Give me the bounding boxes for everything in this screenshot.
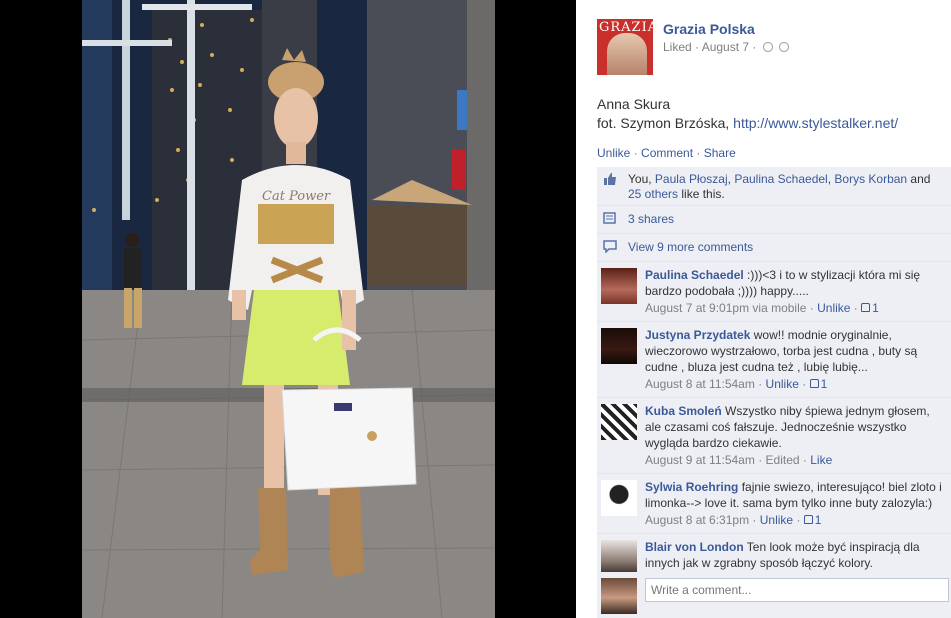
commenter-avatar[interactable] <box>601 404 637 440</box>
comment-item: Sylwia Roehring fajnie swiezo, interesuj… <box>597 474 951 534</box>
comment-unlike-link[interactable]: Unlike <box>760 513 793 527</box>
post-photo[interactable]: Cat Power <box>82 0 495 618</box>
comment-like-count[interactable]: 1 <box>861 301 879 315</box>
shirt-print: Cat Power <box>262 189 331 204</box>
post-side-panel: GRAZIA Grazia Polska Liked · August 7 · … <box>576 0 951 618</box>
comment-edited-label[interactable]: Edited <box>766 453 800 467</box>
liked-label: Liked <box>663 40 692 54</box>
comment-like-number: 1 <box>814 513 822 527</box>
likes-you: You, <box>628 172 655 186</box>
post-actions: Unlike · Comment · Share <box>597 146 736 160</box>
comment-meta: August 7 at 9:01pm via mobile · Unlike ·… <box>645 301 879 315</box>
comment-like-count[interactable]: 1 <box>809 377 828 391</box>
comment-text-block: Kuba Smoleń Wszystko niby śpiewa jednym … <box>645 403 945 451</box>
comment-input[interactable] <box>645 578 949 602</box>
liker-link[interactable]: Paula Płoszaj <box>655 172 728 186</box>
comment-item: Paulina Schaedel :)))<3 i to w stylizacj… <box>597 262 951 322</box>
post-date-link[interactable]: August 7 <box>702 40 749 54</box>
likes-and: and <box>907 172 931 186</box>
comment-like-number: 1 <box>872 301 879 315</box>
commenter-avatar[interactable] <box>601 480 637 516</box>
comment-bubble-icon <box>603 240 617 253</box>
share-icon <box>603 212 616 224</box>
comment-meta: August 8 at 6:31pm · Unlike · 1 <box>645 513 822 527</box>
comment-item: Justyna Przydatek wow!! modnie oryginaln… <box>597 322 951 398</box>
shares-row: 3 shares <box>597 206 951 234</box>
comment-like-link[interactable]: Like <box>810 453 832 467</box>
comment-time[interactable]: August 8 at 6:31pm <box>645 513 749 527</box>
view-more-comments-link[interactable]: View 9 more comments <box>628 240 753 254</box>
comment-like-number: 1 <box>820 377 828 391</box>
globe-icon[interactable] <box>779 42 790 52</box>
others-link[interactable]: 25 others <box>628 187 678 201</box>
comment-item: Kuba Smoleń Wszystko niby śpiewa jednym … <box>597 398 951 474</box>
thumbs-up-icon <box>809 379 819 388</box>
commenter-avatar[interactable] <box>601 268 637 304</box>
feedback-section: You, Paula Płoszaj, Paulina Schaedel, Bo… <box>597 167 951 577</box>
photo-credit: fot. Szymon Brzóska, <box>597 115 734 131</box>
photo-illustration: Cat Power <box>82 0 495 618</box>
comment-item: Blair von London Ten look może być inspi… <box>597 534 951 577</box>
meta-separator: · <box>749 40 760 54</box>
page-name-link[interactable]: Grazia Polska <box>663 21 755 37</box>
view-more-comments-row: View 9 more comments <box>597 234 951 262</box>
comment-time[interactable]: August 7 at 9:01pm via mobile <box>645 301 806 315</box>
comment-author-link[interactable]: Blair von London <box>645 540 744 554</box>
post-body: Anna Skura fot. Szymon Brzóska, http://w… <box>597 95 937 133</box>
action-separator: · <box>693 146 704 160</box>
likes-summary: You, Paula Płoszaj, Paulina Schaedel, Bo… <box>597 167 951 206</box>
commenter-avatar[interactable] <box>601 328 637 364</box>
comment-unlike-link[interactable]: Unlike <box>817 301 850 315</box>
comment-composer <box>597 572 951 618</box>
comment-unlike-link[interactable]: Unlike <box>766 377 799 391</box>
post-header: GRAZIA Grazia Polska Liked · August 7 · <box>597 19 937 75</box>
page-avatar[interactable]: GRAZIA <box>597 19 653 75</box>
comment-like-count[interactable]: 1 <box>803 513 822 527</box>
comment-time[interactable]: August 8 at 11:54am <box>645 377 755 391</box>
comment-text-block: Justyna Przydatek wow!! modnie oryginaln… <box>645 327 945 375</box>
post-meta: Liked · August 7 · <box>663 40 790 54</box>
photo-stage[interactable]: Cat Power <box>0 0 576 618</box>
thumbs-up-icon <box>803 515 813 524</box>
comment-meta: August 9 at 11:54am · Edited · Like <box>645 453 833 467</box>
comment-meta: August 8 at 11:54am · Unlike · 1 <box>645 377 828 391</box>
meta-separator: · <box>691 40 702 54</box>
comment-author-link[interactable]: Sylwia Roehring <box>645 480 738 494</box>
clock-icon <box>762 42 773 52</box>
comment-author-link[interactable]: Justyna Przydatek <box>645 328 750 342</box>
likes-tail: like this. <box>678 187 725 201</box>
thumbs-up-icon <box>604 173 616 185</box>
liker-link[interactable]: Paulina Schaedel <box>734 172 827 186</box>
shares-link[interactable]: 3 shares <box>628 212 674 226</box>
current-user-avatar <box>601 578 637 614</box>
comment-time[interactable]: August 9 at 11:54am <box>645 453 755 467</box>
post-caption-line2: fot. Szymon Brzóska, http://www.stylesta… <box>597 114 937 133</box>
share-link[interactable]: Share <box>704 146 736 160</box>
comment-author-link[interactable]: Paulina Schaedel <box>645 268 744 282</box>
post-caption-line1: Anna Skura <box>597 96 671 112</box>
stylestalker-link[interactable]: http://www.stylestalker.net/ <box>733 115 898 131</box>
unlike-link[interactable]: Unlike <box>597 146 630 160</box>
commenter-avatar[interactable] <box>601 540 637 576</box>
comment-text-block: Sylwia Roehring fajnie swiezo, interesuj… <box>645 479 945 511</box>
comment-author-link[interactable]: Kuba Smoleń <box>645 404 722 418</box>
thumbs-up-icon <box>861 303 871 312</box>
action-separator: · <box>630 146 642 160</box>
avatar-cover-image <box>607 33 647 75</box>
comment-text-block: Blair von London Ten look może być inspi… <box>645 539 945 571</box>
liker-link[interactable]: Borys Korban <box>834 172 907 186</box>
comment-text-block: Paulina Schaedel :)))<3 i to w stylizacj… <box>645 267 945 299</box>
comment-link[interactable]: Comment <box>641 146 693 160</box>
